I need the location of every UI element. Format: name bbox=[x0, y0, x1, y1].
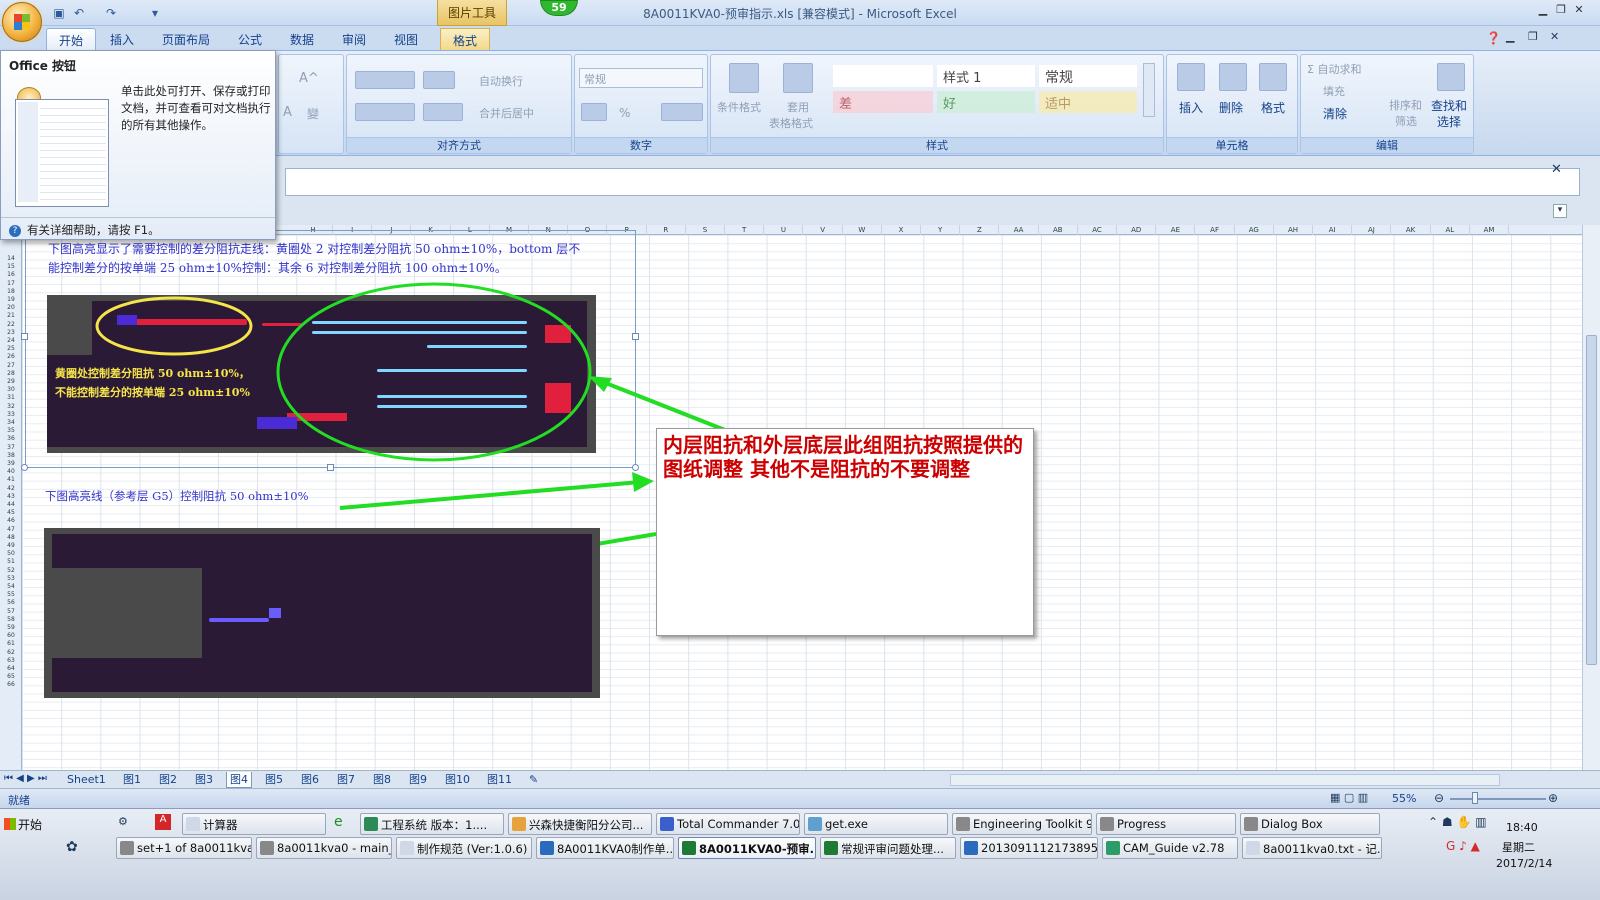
status-bar: 就绪 ▦ ▢ ▥ 55% ⊖ ⊕ bbox=[0, 788, 1600, 808]
zoom-in-icon[interactable]: ⊕ bbox=[1548, 791, 1558, 805]
windows-logo-icon bbox=[4, 818, 16, 830]
ie-icon[interactable]: e bbox=[334, 814, 343, 830]
sheet-tab-fig2[interactable]: 图2 bbox=[156, 772, 180, 788]
pcb-image-bottom bbox=[44, 528, 600, 698]
clock-weekday: 星期二 bbox=[1502, 841, 1535, 854]
taskbar-item[interactable]: 20130911121738953... bbox=[960, 837, 1098, 859]
taskbar-item[interactable]: 8a0011kva0.txt - 记... bbox=[1242, 837, 1382, 859]
office-button-tooltip: Office 按钮 单击此处可打开、保存或打印文档，并可查看可对文档执行的所有其… bbox=[0, 50, 276, 240]
callout-box[interactable]: 内层阻抗和外层底层此组阻抗按照提供的图纸调整 其他不是阻抗的不要调整 bbox=[656, 428, 1034, 636]
taskbar-item[interactable]: Engineering Toolkit 9.... bbox=[952, 813, 1092, 835]
sheet-tab-fig4[interactable]: 图4 bbox=[226, 772, 252, 788]
office-logo-icon bbox=[14, 14, 30, 30]
insert-sheet-icon[interactable]: ✎ bbox=[526, 772, 541, 788]
sheet-tab-fig6[interactable]: 图6 bbox=[298, 772, 322, 788]
quicklaunch-icon[interactable]: ⚙ bbox=[118, 815, 134, 831]
start-label: 开始 bbox=[18, 818, 43, 832]
note2: 下图高亮线（参考层 G5）控制阻抗 50 ohm±10% bbox=[45, 489, 309, 503]
zoom-out-icon[interactable]: ⊖ bbox=[1434, 791, 1444, 805]
zoom-level[interactable]: 55% bbox=[1392, 792, 1416, 805]
sheet-tab-fig5[interactable]: 图5 bbox=[262, 772, 286, 788]
sheet-tab-bar: ⏮ ◀ ▶ ⏭ Sheet1 图1 图2 图3 图4 图5 图6 图7 图8 图… bbox=[0, 770, 1600, 788]
taskbar-item[interactable]: 计算器 bbox=[182, 813, 326, 835]
taskbar-item[interactable]: Progress bbox=[1096, 813, 1236, 835]
taskbar-item[interactable]: get.exe bbox=[804, 813, 948, 835]
zoom-slider-thumb[interactable] bbox=[1472, 792, 1478, 804]
taskbar-item[interactable]: 8a0011kva0 - main_qa bbox=[256, 837, 392, 859]
taskbar-item[interactable]: set+1 of 8a0011kva0 bbox=[116, 837, 252, 859]
tooltip-title: Office 按钮 bbox=[9, 59, 77, 73]
clock-date: 2017/2/14 bbox=[1496, 857, 1553, 870]
sheet-tab-fig11[interactable]: 图11 bbox=[484, 772, 515, 788]
quicklaunch-icon-2[interactable]: ✿ bbox=[66, 839, 78, 855]
sheet-tab-sheet1[interactable]: Sheet1 bbox=[64, 772, 109, 788]
sheet-tab-fig7[interactable]: 图7 bbox=[334, 772, 358, 788]
yellow-note-line1: 黄圈处控制差分阻抗 50 ohm±10%， bbox=[55, 367, 250, 380]
tray-icons-2[interactable]: G ♪ ▲ bbox=[1446, 839, 1480, 853]
sheet-tab-fig10[interactable]: 图10 bbox=[442, 772, 473, 788]
tooltip-footer-text: 有关详细帮助，请按 F1。 bbox=[27, 223, 160, 237]
taskbar-item[interactable]: 8A0011KVA0制作单... bbox=[536, 837, 674, 859]
taskbar-item-active[interactable]: 8A0011KVA0-预审... bbox=[678, 837, 816, 859]
tooltip-body: 单击此处可打开、保存或打印文档，并可查看可对文档执行的所有其他操作。 bbox=[121, 84, 271, 132]
horizontal-scrollbar[interactable] bbox=[950, 774, 1500, 786]
pdf-icon[interactable]: A bbox=[155, 814, 171, 830]
taskbar-item[interactable]: 常规评审问题处理... bbox=[820, 837, 956, 859]
taskbar-item[interactable]: 兴森快捷衡阳分公司... bbox=[508, 813, 652, 835]
sheet-tab-fig3[interactable]: 图3 bbox=[192, 772, 216, 788]
tooltip-footer: ? 有关详细帮助，请按 F1。 bbox=[1, 217, 275, 239]
help-icon: ? bbox=[9, 224, 21, 237]
sheet-nav-icons[interactable]: ⏮ ◀ ▶ ⏭ bbox=[4, 773, 47, 784]
taskbar-item[interactable]: Dialog Box bbox=[1240, 813, 1380, 835]
yellow-note-line2: 不能控制差分的按单端 25 ohm±10% bbox=[55, 386, 250, 399]
status-ready: 就绪 bbox=[8, 794, 30, 807]
taskbar-item[interactable]: CAM_Guide v2.78 bbox=[1102, 837, 1238, 859]
sheet-tab-fig1[interactable]: 图1 bbox=[120, 772, 144, 788]
start-button[interactable]: 开始 bbox=[2, 813, 52, 835]
sheet-tab-fig9[interactable]: 图9 bbox=[406, 772, 430, 788]
taskbar-item[interactable]: 制作规范 (Ver:1.0.6) bbox=[396, 837, 532, 859]
taskbar: 开始 ⚙ A e ✿ 计算器 工程系统 版本：1.... 兴森快捷衡阳分公司..… bbox=[0, 808, 1600, 900]
tray-icons[interactable]: ⌃ ☗ ✋ ▥ bbox=[1428, 815, 1487, 829]
sheet-tab-fig8[interactable]: 图8 bbox=[370, 772, 394, 788]
zoom-slider[interactable] bbox=[1450, 798, 1546, 800]
office-button[interactable] bbox=[2, 2, 42, 42]
office-menu-preview bbox=[15, 99, 109, 207]
taskbar-item[interactable]: 工程系统 版本：1.... bbox=[360, 813, 504, 835]
taskbar-item[interactable]: Total Commander 7.0 ... bbox=[656, 813, 800, 835]
clock-time: 18:40 bbox=[1506, 821, 1538, 834]
view-buttons[interactable]: ▦ ▢ ▥ bbox=[1330, 791, 1368, 804]
